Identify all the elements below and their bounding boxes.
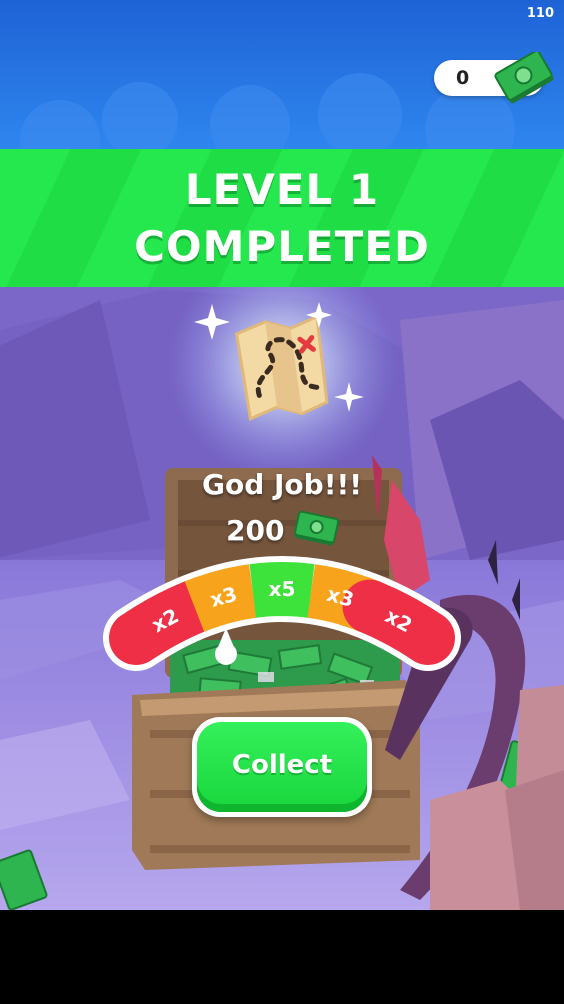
collect-button[interactable]: Collect (192, 717, 372, 817)
multiplier-label: x5 (269, 577, 296, 601)
game-screen: 110 0 LEVEL 1 COMPLETED God Job!!! 200 x… (0, 0, 564, 910)
collect-button-label: Collect (231, 750, 333, 780)
navigation-bar-area (0, 910, 564, 1004)
multiplier-needle (215, 628, 237, 665)
